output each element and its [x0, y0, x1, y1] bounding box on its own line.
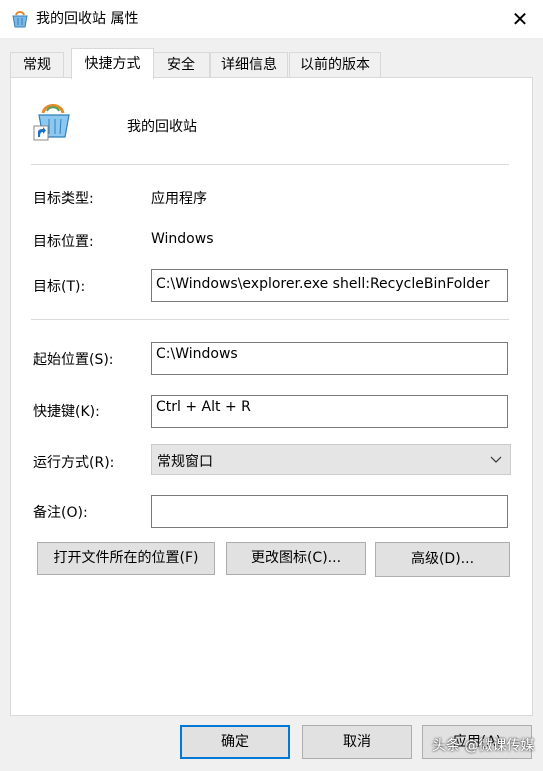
hotkey-label: 快捷键(K):	[33, 404, 100, 420]
target-location-value: Windows	[151, 231, 214, 247]
open-file-location-button[interactable]: 打开文件所在的位置(F)	[37, 542, 215, 575]
watermark: 头条 @微课传媒	[432, 738, 535, 754]
ok-button[interactable]: 确定	[180, 725, 290, 759]
tab-security[interactable]: 安全	[152, 52, 210, 77]
shortcut-name: 我的回收站	[127, 119, 197, 135]
recycle-bin-shortcut-icon	[33, 104, 70, 141]
title-bar: 我的回收站 属性 ✕	[0, 0, 543, 38]
tab-details[interactable]: 详细信息	[210, 52, 288, 77]
window-title: 我的回收站 属性	[36, 11, 139, 27]
separator	[31, 319, 509, 320]
target-type-value: 应用程序	[151, 191, 207, 207]
shortcut-panel: 我的回收站 目标类型: 应用程序 目标位置: Windows 目标(T): C:…	[10, 77, 533, 716]
target-label: 目标(T):	[33, 279, 86, 295]
run-select-value: 常规窗口	[157, 454, 213, 470]
tab-general[interactable]: 常规	[10, 52, 64, 77]
chevron-down-icon	[490, 456, 502, 463]
comment-label: 备注(O):	[33, 505, 88, 521]
run-select[interactable]: 常规窗口	[151, 444, 511, 475]
tab-bar: 常规 快捷方式 安全 详细信息 以前的版本	[0, 38, 543, 79]
comment-input[interactable]	[151, 495, 508, 528]
start-in-label: 起始位置(S):	[33, 352, 114, 368]
cancel-button[interactable]: 取消	[302, 725, 412, 759]
start-in-input[interactable]: C:\Windows	[151, 342, 508, 375]
target-location-label: 目标位置:	[33, 234, 94, 250]
hotkey-input[interactable]: Ctrl + Alt + R	[151, 395, 508, 428]
separator	[31, 164, 509, 165]
close-button[interactable]: ✕	[497, 0, 543, 38]
target-type-label: 目标类型:	[33, 191, 94, 207]
recycle-bin-icon	[12, 11, 28, 28]
target-input[interactable]: C:\Windows\explorer.exe shell:RecycleBin…	[151, 269, 508, 302]
properties-dialog: 我的回收站 属性 ✕ 常规 快捷方式 安全 详细信息 以前的版本 我的回收站 目…	[0, 0, 543, 771]
close-icon: ✕	[511, 7, 529, 31]
run-label: 运行方式(R):	[33, 455, 115, 471]
advanced-button[interactable]: 高级(D)...	[375, 542, 510, 577]
tab-previous-versions[interactable]: 以前的版本	[289, 52, 381, 77]
tab-shortcut[interactable]: 快捷方式	[71, 48, 154, 79]
change-icon-button[interactable]: 更改图标(C)...	[226, 542, 366, 575]
